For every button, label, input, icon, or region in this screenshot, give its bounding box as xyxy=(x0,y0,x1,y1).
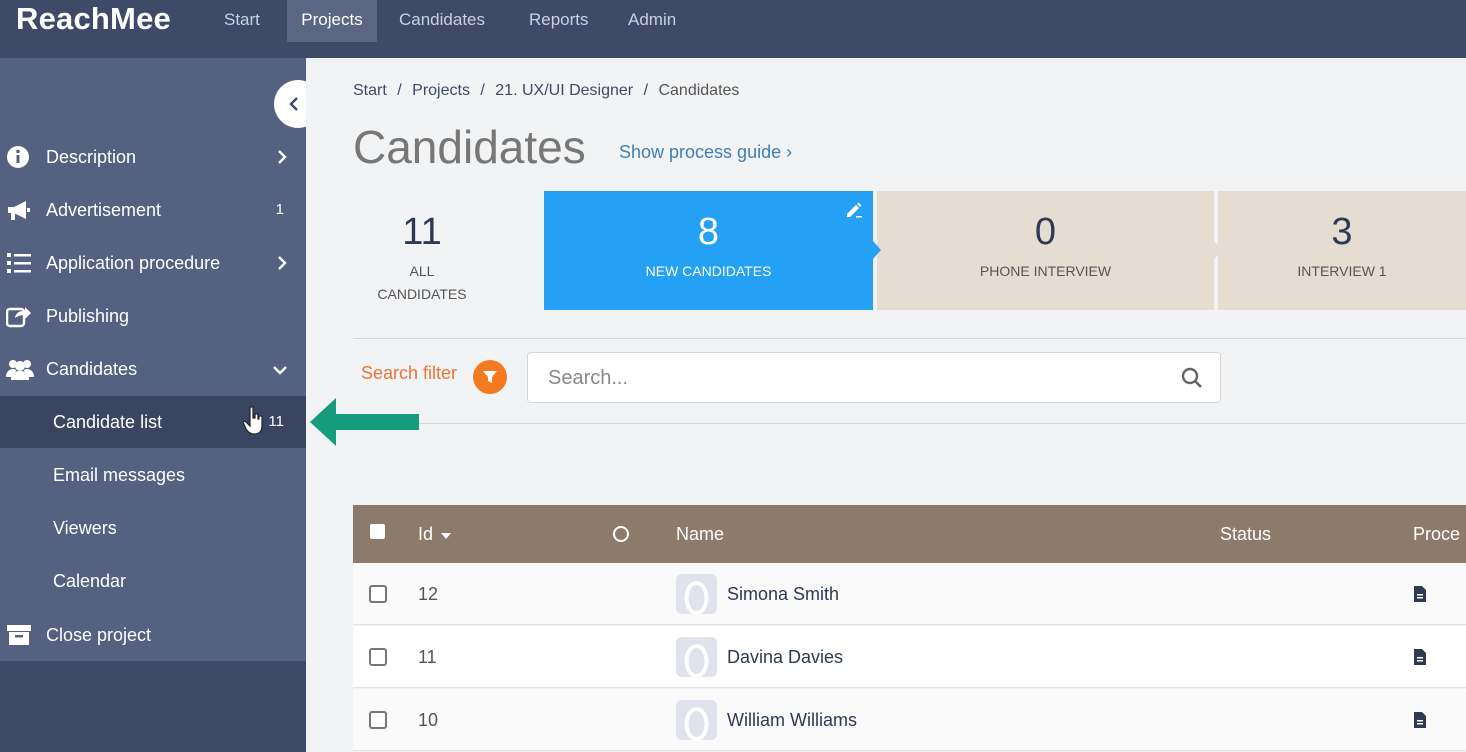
nav-start[interactable]: Start xyxy=(213,0,271,42)
avatar xyxy=(676,574,717,614)
breadcrumb-current: Candidates xyxy=(658,82,740,99)
sidebar-item-label: Description xyxy=(46,147,137,167)
search-filter-label[interactable]: Search filter xyxy=(361,363,457,384)
hand-cursor-icon xyxy=(242,406,265,441)
sidebar-item-advertisement[interactable]: Advertisement 1 xyxy=(0,184,306,236)
sidebar-item-viewers[interactable]: Viewers xyxy=(0,502,306,554)
status-circle-icon[interactable] xyxy=(613,526,629,542)
search-field[interactable] xyxy=(527,352,1221,403)
reachmee-logo[interactable]: ReachMee xyxy=(16,1,171,37)
list-icon xyxy=(6,251,32,275)
column-process-header[interactable]: Proce xyxy=(1413,505,1460,563)
candidate-name-link[interactable]: Simona Smith xyxy=(727,563,839,625)
annotation-arrow xyxy=(310,398,419,446)
pencil-icon[interactable] xyxy=(845,201,863,224)
stage-label: NEW CANDIDATES xyxy=(645,263,772,279)
candidate-name-link[interactable]: William Williams xyxy=(727,689,857,751)
document-icon[interactable] xyxy=(1413,649,1427,670)
stage-count: 8 xyxy=(697,211,720,253)
breadcrumb-project[interactable]: 21. UX/UI Designer xyxy=(495,82,633,99)
sidebar-item-label: Candidate list xyxy=(53,412,163,432)
divider xyxy=(353,338,1466,339)
stage-separator xyxy=(1212,191,1222,310)
avatar xyxy=(676,700,717,740)
candidate-id: 12 xyxy=(418,584,439,604)
chevron-down-icon xyxy=(272,363,288,381)
sidebar-item-label: Candidates xyxy=(46,359,138,379)
stage-count: 3 xyxy=(1331,211,1353,253)
column-status-header[interactable]: Status xyxy=(1220,505,1271,563)
stage-count: 0 xyxy=(1034,211,1057,253)
megaphone-icon xyxy=(6,198,32,222)
stage-label: ALL CANDIDATES xyxy=(377,263,467,302)
candidate-name-link[interactable]: Davina Davies xyxy=(727,626,843,688)
sidebar-item-label: Viewers xyxy=(53,518,117,538)
table-row[interactable]: 12 Simona Smith xyxy=(353,563,1466,625)
nav-reports[interactable]: Reports xyxy=(518,0,600,42)
candidate-id: 10 xyxy=(418,710,439,730)
sidebar-item-label: Application procedure xyxy=(46,253,221,273)
show-process-guide-link[interactable]: Show process guide › xyxy=(619,142,792,163)
stage-count: 11 xyxy=(402,211,442,253)
sidebar-item-label: Calendar xyxy=(53,571,127,591)
stage-label: INTERVIEW 1 xyxy=(1297,263,1387,279)
breadcrumb: Start / Projects / 21. UX/UI Designer / … xyxy=(353,82,740,99)
sidebar-item-email-messages[interactable]: Email messages xyxy=(0,449,306,501)
breadcrumb-start[interactable]: Start xyxy=(353,82,387,99)
advertisement-count-badge: 1 xyxy=(275,201,284,218)
chevron-right-icon xyxy=(276,255,288,276)
column-id-header[interactable]: Id xyxy=(418,505,452,563)
breadcrumb-projects[interactable]: Projects xyxy=(412,82,470,99)
sidebar-item-candidates[interactable]: Candidates xyxy=(0,343,306,395)
sidebar-item-label: Email messages xyxy=(53,465,186,485)
users-icon xyxy=(6,357,34,381)
stage-label: PHONE INTERVIEW xyxy=(979,263,1112,279)
row-checkbox[interactable] xyxy=(369,711,387,729)
chevron-right-icon xyxy=(276,149,288,170)
stage-all-candidates[interactable]: 11 ALL CANDIDATES xyxy=(353,191,491,310)
sidebar-item-description[interactable]: Description xyxy=(0,131,306,183)
sidebar-item-label: Close project xyxy=(46,625,152,645)
row-checkbox[interactable] xyxy=(369,585,387,603)
search-input[interactable] xyxy=(548,361,1148,395)
page-title: Candidates xyxy=(353,121,586,173)
candidate-list-count-badge: 11 xyxy=(268,413,284,430)
table-row[interactable]: 10 William Williams xyxy=(353,689,1466,751)
archive-icon xyxy=(6,623,32,647)
stage-phone-interview[interactable]: 0 PHONE INTERVIEW xyxy=(877,191,1214,310)
table-header: Id Name Status Proce xyxy=(353,505,1466,563)
project-sidebar: Description Advertisement 1 Application … xyxy=(0,58,322,752)
sidebar-item-calendar[interactable]: Calendar xyxy=(0,555,306,607)
row-checkbox[interactable] xyxy=(369,648,387,666)
document-icon[interactable] xyxy=(1413,586,1427,607)
stage-new-candidates[interactable]: 8 NEW CANDIDATES xyxy=(544,191,873,310)
divider xyxy=(353,423,1466,424)
table-row[interactable]: 11 Davina Davies xyxy=(353,626,1466,688)
avatar xyxy=(676,637,717,677)
nav-candidates[interactable]: Candidates xyxy=(388,0,496,42)
column-name-header[interactable]: Name xyxy=(676,505,724,563)
sort-down-icon xyxy=(441,533,452,539)
stage-separator xyxy=(871,191,881,310)
candidate-id: 11 xyxy=(418,647,437,667)
filter-button[interactable] xyxy=(473,360,507,394)
nav-projects[interactable]: Projects xyxy=(287,0,377,42)
document-icon[interactable] xyxy=(1413,712,1427,733)
sidebar-item-candidate-list[interactable]: Candidate list 11 xyxy=(0,396,306,448)
nav-admin[interactable]: Admin xyxy=(617,0,687,42)
search-icon[interactable] xyxy=(1180,366,1204,395)
sidebar-item-publishing[interactable]: Publishing xyxy=(0,290,306,342)
stage-interview-1[interactable]: 3 INTERVIEW 1 xyxy=(1218,191,1466,310)
sidebar-item-close-project[interactable]: Close project xyxy=(0,609,306,661)
sidebar-item-label: Publishing xyxy=(46,306,130,326)
sidebar-item-application-procedure[interactable]: Application procedure xyxy=(0,237,306,289)
sidebar-item-label: Advertisement xyxy=(46,200,162,220)
info-icon xyxy=(6,145,32,169)
select-all-checkbox[interactable] xyxy=(370,524,385,539)
top-navigation-bar: ReachMee Start Projects Candidates Repor… xyxy=(0,0,1466,58)
main-content: Start / Projects / 21. UX/UI Designer / … xyxy=(306,58,1466,752)
share-icon xyxy=(5,304,32,328)
